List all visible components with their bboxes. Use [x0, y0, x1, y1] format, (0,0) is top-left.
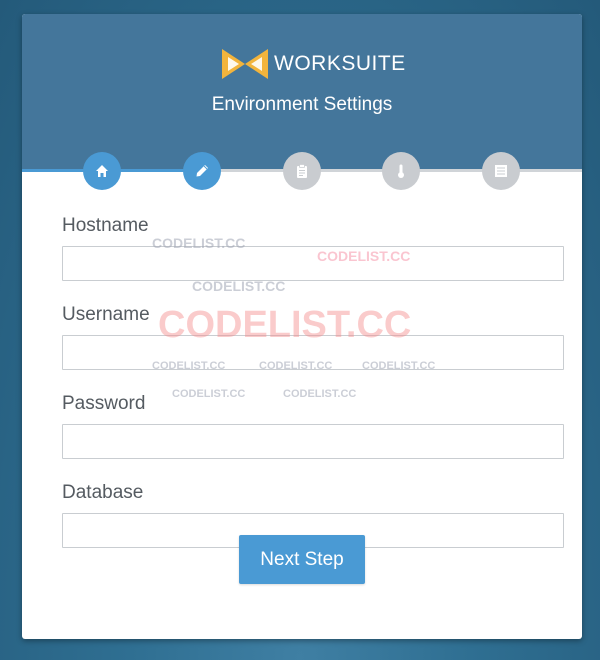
page-title: Environment Settings — [211, 94, 393, 115]
pencil-icon — [196, 165, 208, 177]
installer-card: WORKSUITE Environment Settings Hostname … — [22, 14, 582, 639]
hostname-label: Hostname — [62, 215, 149, 236]
home-icon — [96, 165, 108, 177]
bowtie-logo-icon — [222, 49, 268, 79]
brand-name: WORKSUITE — [274, 52, 406, 75]
username-label: Username — [62, 304, 150, 325]
database-label: Database — [62, 482, 144, 503]
step-home[interactable] — [83, 152, 121, 190]
password-field[interactable] — [62, 424, 564, 459]
next-step-button[interactable]: Next Step — [239, 535, 365, 584]
brand-logo: WORKSUITE — [221, 48, 406, 80]
step-permissions[interactable] — [382, 152, 420, 190]
hostname-field[interactable] — [62, 246, 564, 281]
thermometer-icon — [398, 164, 404, 178]
step-environment[interactable] — [183, 152, 221, 190]
username-field[interactable] — [62, 335, 564, 370]
environment-form: Hostname Username Password Database — [62, 214, 564, 570]
progress-stepper — [22, 149, 582, 191]
step-final[interactable] — [482, 152, 520, 190]
list-icon — [495, 165, 507, 177]
password-label: Password — [62, 393, 146, 414]
clipboard-icon — [297, 164, 307, 178]
step-requirements[interactable] — [283, 152, 321, 190]
